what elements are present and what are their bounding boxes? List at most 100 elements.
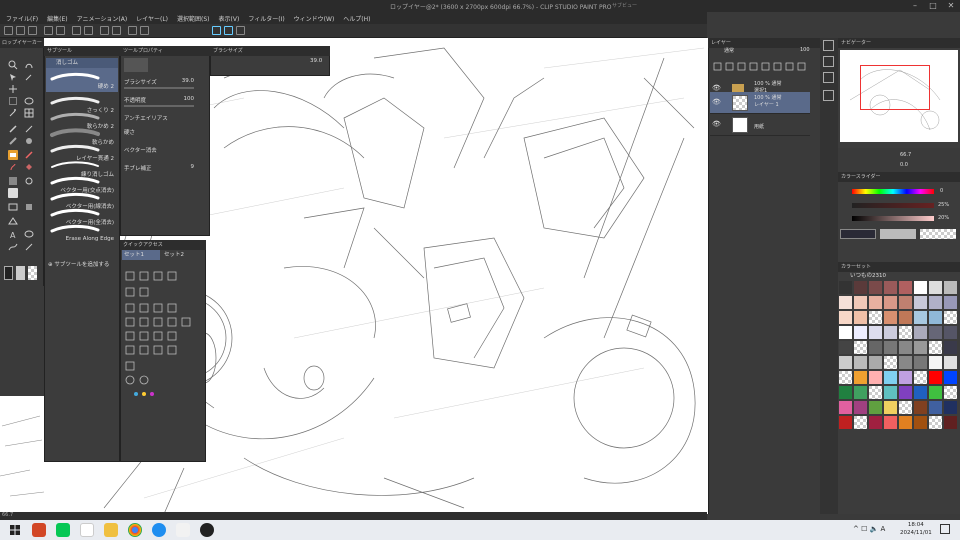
color-swatch[interactable] bbox=[839, 326, 852, 339]
new-icon[interactable] bbox=[4, 26, 13, 35]
zoom-out-icon[interactable] bbox=[28, 26, 37, 35]
color-swatch[interactable] bbox=[869, 281, 882, 294]
color-swatch[interactable] bbox=[884, 326, 897, 339]
material-icon-3[interactable] bbox=[823, 90, 834, 101]
color-swatch[interactable] bbox=[839, 341, 852, 354]
eye-icon[interactable]: 👁 bbox=[712, 120, 721, 128]
eraser-tool-icon[interactable] bbox=[8, 150, 18, 160]
transparent-color-swatch[interactable] bbox=[28, 266, 37, 280]
balloon-tool-icon[interactable] bbox=[24, 230, 34, 240]
close-button[interactable]: ✕ bbox=[942, 0, 960, 12]
vector-erase-row[interactable]: ベクター消去 bbox=[124, 146, 206, 156]
menu-file[interactable]: ファイル(F) bbox=[6, 14, 38, 23]
zoom-in-icon[interactable] bbox=[16, 26, 25, 35]
color-swatch[interactable] bbox=[929, 281, 942, 294]
brush-size-slider[interactable] bbox=[124, 87, 194, 89]
color-swatch[interactable] bbox=[899, 281, 912, 294]
color-swatch[interactable] bbox=[914, 326, 927, 339]
grid-tool-icon[interactable] bbox=[24, 108, 34, 118]
menu-help[interactable]: ヘルプ(H) bbox=[343, 14, 370, 23]
maximize-button[interactable]: □ bbox=[924, 0, 942, 12]
ruler-tool-icon[interactable] bbox=[8, 188, 18, 198]
color-swatch[interactable] bbox=[914, 281, 927, 294]
layer-opacity[interactable]: 100 bbox=[800, 47, 810, 53]
color-swatch[interactable] bbox=[914, 371, 927, 384]
hardness-row[interactable]: 硬さ bbox=[124, 128, 206, 138]
hand-tool-icon[interactable] bbox=[24, 60, 34, 70]
color-swatch[interactable] bbox=[899, 296, 912, 309]
color-swatch[interactable] bbox=[929, 326, 942, 339]
eyedropper-tool-icon[interactable] bbox=[24, 72, 34, 82]
zoom-tool-icon[interactable] bbox=[8, 60, 18, 70]
color-swatch[interactable] bbox=[944, 356, 957, 369]
edge-icon[interactable] bbox=[152, 523, 166, 537]
color-swatch[interactable] bbox=[869, 356, 882, 369]
figure-tool-icon[interactable] bbox=[24, 176, 34, 186]
taskbar-clock[interactable]: 18:04 2024/11/01 bbox=[900, 521, 932, 537]
layer-fill-icon[interactable] bbox=[24, 202, 34, 212]
color-swatch[interactable] bbox=[884, 281, 897, 294]
subtool-item[interactable]: Erase Along Edge bbox=[46, 220, 118, 244]
brush-size-row[interactable]: ブラシサイズ 39.0 bbox=[124, 78, 206, 89]
navigator-view-frame[interactable] bbox=[860, 65, 930, 110]
chrome-icon[interactable] bbox=[128, 523, 142, 537]
operation-tool-icon[interactable] bbox=[8, 72, 18, 82]
opacity-slider[interactable] bbox=[124, 105, 194, 107]
color-swatch[interactable] bbox=[854, 416, 867, 429]
menu-window[interactable]: ウィンドウ(W) bbox=[294, 14, 335, 23]
navigator-angle-row[interactable]: 0.0 bbox=[840, 162, 958, 170]
pencil-tool-icon[interactable] bbox=[24, 124, 34, 134]
decoration-tool-icon[interactable] bbox=[24, 150, 34, 160]
color-swatch[interactable] bbox=[884, 296, 897, 309]
color-swatch[interactable] bbox=[944, 416, 957, 429]
color-swatch[interactable] bbox=[914, 386, 927, 399]
color-swatch[interactable] bbox=[869, 386, 882, 399]
antialias-row[interactable]: アンチエイリアス bbox=[124, 114, 206, 124]
transparent-preview[interactable] bbox=[920, 229, 956, 239]
color-swatch[interactable] bbox=[839, 371, 852, 384]
subtool-item[interactable]: 硬め 2 bbox=[46, 68, 118, 92]
color-swatch[interactable] bbox=[869, 296, 882, 309]
airbrush-tool-icon[interactable] bbox=[24, 136, 34, 146]
explorer-icon[interactable] bbox=[104, 523, 118, 537]
color-swatch[interactable] bbox=[884, 371, 897, 384]
color-swatch[interactable] bbox=[914, 416, 927, 429]
minimize-button[interactable]: – bbox=[906, 0, 924, 12]
color-swatch[interactable] bbox=[929, 401, 942, 414]
magic-wand-tool-icon[interactable] bbox=[8, 108, 18, 118]
color-swatch[interactable] bbox=[944, 401, 957, 414]
stabilization-row[interactable]: 手ブレ補正 9 bbox=[124, 164, 206, 174]
material-icon[interactable] bbox=[823, 56, 834, 67]
snap-special-icon[interactable] bbox=[236, 26, 245, 35]
color-swatch[interactable] bbox=[839, 296, 852, 309]
color-swatch[interactable] bbox=[944, 326, 957, 339]
pen-tool-icon[interactable] bbox=[8, 124, 18, 134]
clip-studio-icon[interactable] bbox=[176, 523, 190, 537]
color-swatch[interactable] bbox=[884, 341, 897, 354]
color-swatch[interactable] bbox=[884, 356, 897, 369]
color-swatch[interactable] bbox=[839, 401, 852, 414]
sub-color-preview[interactable] bbox=[880, 229, 916, 239]
line-tool-icon[interactable] bbox=[24, 242, 34, 252]
menu-filter[interactable]: フィルター(I) bbox=[248, 14, 284, 23]
line-app-icon[interactable] bbox=[56, 523, 70, 537]
color-swatch[interactable] bbox=[899, 386, 912, 399]
color-swatch[interactable] bbox=[869, 341, 882, 354]
color-swatch[interactable] bbox=[869, 311, 882, 324]
layer-row[interactable]: 👁 用紙 bbox=[710, 114, 810, 136]
color-swatch[interactable] bbox=[899, 341, 912, 354]
redo-icon[interactable] bbox=[84, 26, 93, 35]
navigator-zoom-row[interactable]: 66.7 bbox=[840, 152, 958, 160]
color-swatch[interactable] bbox=[899, 371, 912, 384]
color-swatch[interactable] bbox=[929, 371, 942, 384]
deselect-icon[interactable] bbox=[128, 26, 137, 35]
color-swatch[interactable] bbox=[854, 281, 867, 294]
color-swatch[interactable] bbox=[944, 296, 957, 309]
snap-ruler-icon[interactable] bbox=[212, 26, 221, 35]
color-swatch[interactable] bbox=[854, 311, 867, 324]
color-swatch[interactable] bbox=[854, 386, 867, 399]
color-swatch[interactable] bbox=[914, 356, 927, 369]
color-swatch[interactable] bbox=[884, 401, 897, 414]
text-tool-icon[interactable]: A bbox=[8, 230, 18, 240]
color-swatch[interactable] bbox=[854, 296, 867, 309]
